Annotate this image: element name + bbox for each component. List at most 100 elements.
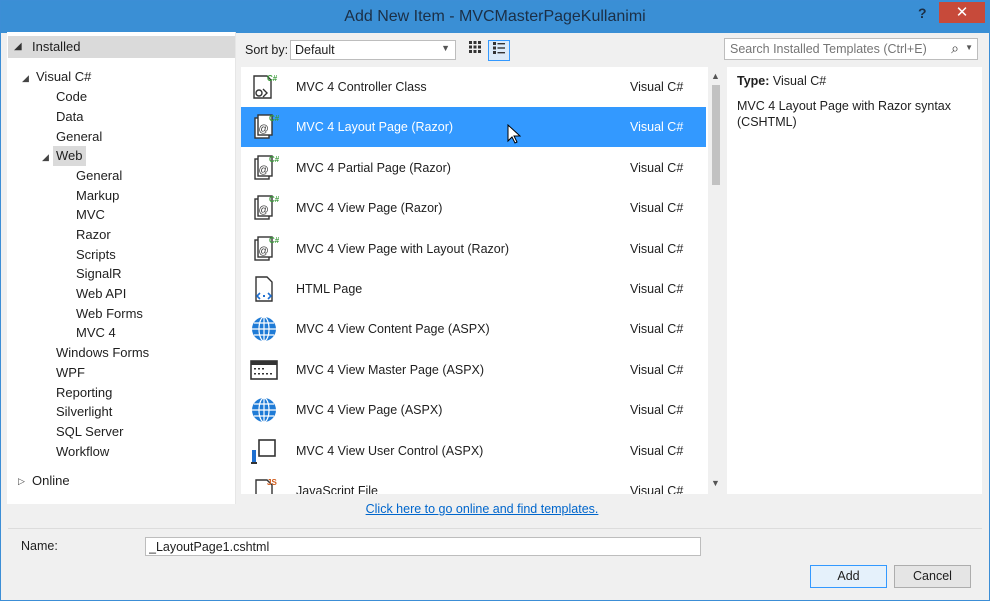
window-title: Add New Item - MVCMasterPageKullanimi — [344, 8, 646, 25]
expand-arrow-icon[interactable]: ◢ — [42, 152, 49, 163]
tree-item-visual-csharp[interactable]: Visual C# — [36, 67, 91, 87]
svg-text:@: @ — [259, 165, 269, 176]
sort-label: Sort by: — [245, 43, 289, 57]
template-row[interactable]: C# @ MVC 4 Partial Page (Razor) Visual C# — [241, 148, 706, 188]
template-row[interactable]: MVC 4 View Content Page (ASPX) Visual C# — [241, 309, 706, 349]
tree-item-web-general[interactable]: General — [76, 166, 122, 186]
type-line: Type: Visual C# — [737, 74, 826, 88]
grid-view-icon — [469, 41, 481, 53]
small-icons-view-button[interactable] — [464, 40, 486, 61]
template-name: MVC 4 View Page (Razor) — [296, 201, 443, 216]
type-value: Visual C# — [772, 74, 827, 88]
tree-item-sql-server[interactable]: SQL Server — [56, 422, 123, 442]
tree-item-mvc4[interactable]: MVC 4 — [76, 323, 116, 343]
razor-page-icon: C# @ — [249, 193, 280, 223]
expand-arrow-icon[interactable]: ◢ — [22, 73, 29, 84]
template-list: C# MVC 4 Controller Class Visual C# C# @ MVC … — [241, 67, 708, 494]
type-label: Type: — [737, 74, 770, 88]
template-language: Visual C# — [630, 120, 684, 135]
template-name: MVC 4 View Content Page (ASPX) — [296, 322, 490, 337]
tree-item-web-api[interactable]: Web API — [76, 284, 126, 304]
title-bar[interactable]: Add New Item - MVCMasterPageKullanimi ? … — [1, 1, 989, 33]
mouse-cursor-icon — [507, 124, 522, 147]
online-category[interactable]: Online — [32, 473, 70, 488]
template-row[interactable]: MVC 4 View User Control (ASPX) Visual C# — [241, 431, 706, 471]
scrollbar-thumb[interactable] — [712, 85, 720, 185]
svg-text:C#: C# — [267, 74, 278, 83]
tree-item-windows-forms[interactable]: Windows Forms — [56, 343, 149, 363]
online-templates-link[interactable]: Click here to go online and find templat… — [0, 502, 964, 516]
svg-text:C#: C# — [269, 236, 279, 245]
template-row[interactable]: JS JavaScript File Visual C# — [241, 471, 706, 494]
template-name: MVC 4 Controller Class — [296, 80, 427, 94]
template-row[interactable]: C# @ MVC 4 View Page with Layout (Razor) Vi… — [241, 229, 706, 269]
globe-icon — [249, 314, 279, 344]
template-row[interactable]: MVC 4 View Master Page (ASPX) Visual C# — [241, 350, 706, 390]
chevron-down-icon[interactable]: ▼ — [965, 43, 973, 52]
sort-dropdown[interactable]: Default ▼ — [290, 40, 456, 60]
svg-text:@: @ — [259, 246, 269, 257]
tree-item-razor[interactable]: Razor — [76, 225, 111, 245]
list-view-icon — [493, 42, 505, 54]
scroll-down-icon[interactable]: ▼ — [711, 478, 720, 488]
collapse-arrow-icon[interactable]: ◢ — [14, 41, 22, 52]
template-row[interactable]: HTML Page Visual C# — [241, 269, 706, 309]
template-language: Visual C# — [630, 160, 684, 175]
template-name: MVC 4 View Master Page (ASPX) — [296, 362, 485, 377]
tree-item-wpf[interactable]: WPF — [56, 363, 85, 383]
tree-item-general[interactable]: General — [56, 127, 102, 147]
svg-text:C#: C# — [269, 155, 279, 164]
template-name: MVC 4 View Page with Layout (Razor) — [296, 241, 510, 256]
installed-label: Installed — [32, 39, 81, 54]
search-box[interactable]: ⌕ ▼ — [724, 38, 978, 60]
template-name: MVC 4 View Page (ASPX) — [296, 403, 443, 418]
razor-page-icon: C# @ — [249, 112, 280, 142]
tree-item-workflow[interactable]: Workflow — [56, 442, 109, 462]
tree-item-mvc[interactable]: MVC — [76, 205, 105, 225]
scroll-up-icon[interactable]: ▲ — [711, 71, 720, 81]
template-language: Visual C# — [630, 484, 684, 494]
svg-text:JS: JS — [267, 478, 277, 487]
tree-item-silverlight[interactable]: Silverlight — [56, 402, 112, 422]
globe-icon — [249, 395, 279, 425]
template-name: JavaScript File — [296, 484, 378, 494]
html-page-icon — [249, 274, 279, 304]
razor-page-icon: C# @ — [249, 153, 280, 183]
tree-item-scripts[interactable]: Scripts — [76, 245, 116, 265]
svg-text:C#: C# — [269, 195, 279, 204]
svg-text:@: @ — [259, 205, 269, 216]
installed-header[interactable]: ◢ Installed — [8, 36, 235, 58]
template-row[interactable]: MVC 4 View Page (ASPX) Visual C# — [241, 390, 706, 430]
template-language: Visual C# — [630, 282, 684, 296]
controller-class-icon: C# — [249, 72, 279, 102]
template-language: Visual C# — [630, 201, 684, 216]
tree-item-reporting[interactable]: Reporting — [56, 383, 112, 403]
cancel-button[interactable]: Cancel — [894, 565, 971, 588]
add-button[interactable]: Add — [810, 565, 887, 588]
help-button[interactable]: ? — [918, 5, 927, 21]
search-input[interactable] — [728, 41, 952, 57]
template-row[interactable]: C# MVC 4 Controller Class Visual C# — [241, 67, 706, 107]
tree-item-code[interactable]: Code — [56, 87, 87, 107]
expand-arrow-icon[interactable]: ▷ — [18, 476, 25, 487]
tree-item-web[interactable]: Web — [53, 146, 86, 166]
search-icon[interactable]: ⌕ — [951, 40, 959, 57]
svg-text:@: @ — [259, 124, 269, 135]
template-row[interactable]: C# @ MVC 4 View Page (Razor) Visual C# — [241, 188, 706, 228]
tree-item-signalr[interactable]: SignalR — [76, 264, 122, 284]
tree-item-markup[interactable]: Markup — [76, 186, 119, 206]
name-input[interactable] — [145, 537, 701, 556]
tree-item-web-forms[interactable]: Web Forms — [76, 304, 143, 324]
sort-value: Default — [295, 43, 335, 57]
list-view-button[interactable] — [488, 40, 510, 61]
template-name: MVC 4 Layout Page (Razor) — [296, 120, 454, 135]
template-language: Visual C# — [630, 362, 684, 377]
close-button[interactable]: ✕ — [939, 2, 985, 23]
template-language: Visual C# — [630, 403, 684, 418]
template-name: HTML Page — [296, 282, 363, 296]
template-row[interactable]: C# @ MVC 4 Layout Page (Razor) Visual C# — [241, 107, 706, 148]
template-language: Visual C# — [630, 322, 684, 337]
tree-item-data[interactable]: Data — [56, 107, 83, 127]
template-list-scrollbar[interactable]: ▲ ▼ — [709, 67, 723, 494]
details-panel: Type: Visual C# MVC 4 Layout Page with R… — [727, 67, 982, 494]
